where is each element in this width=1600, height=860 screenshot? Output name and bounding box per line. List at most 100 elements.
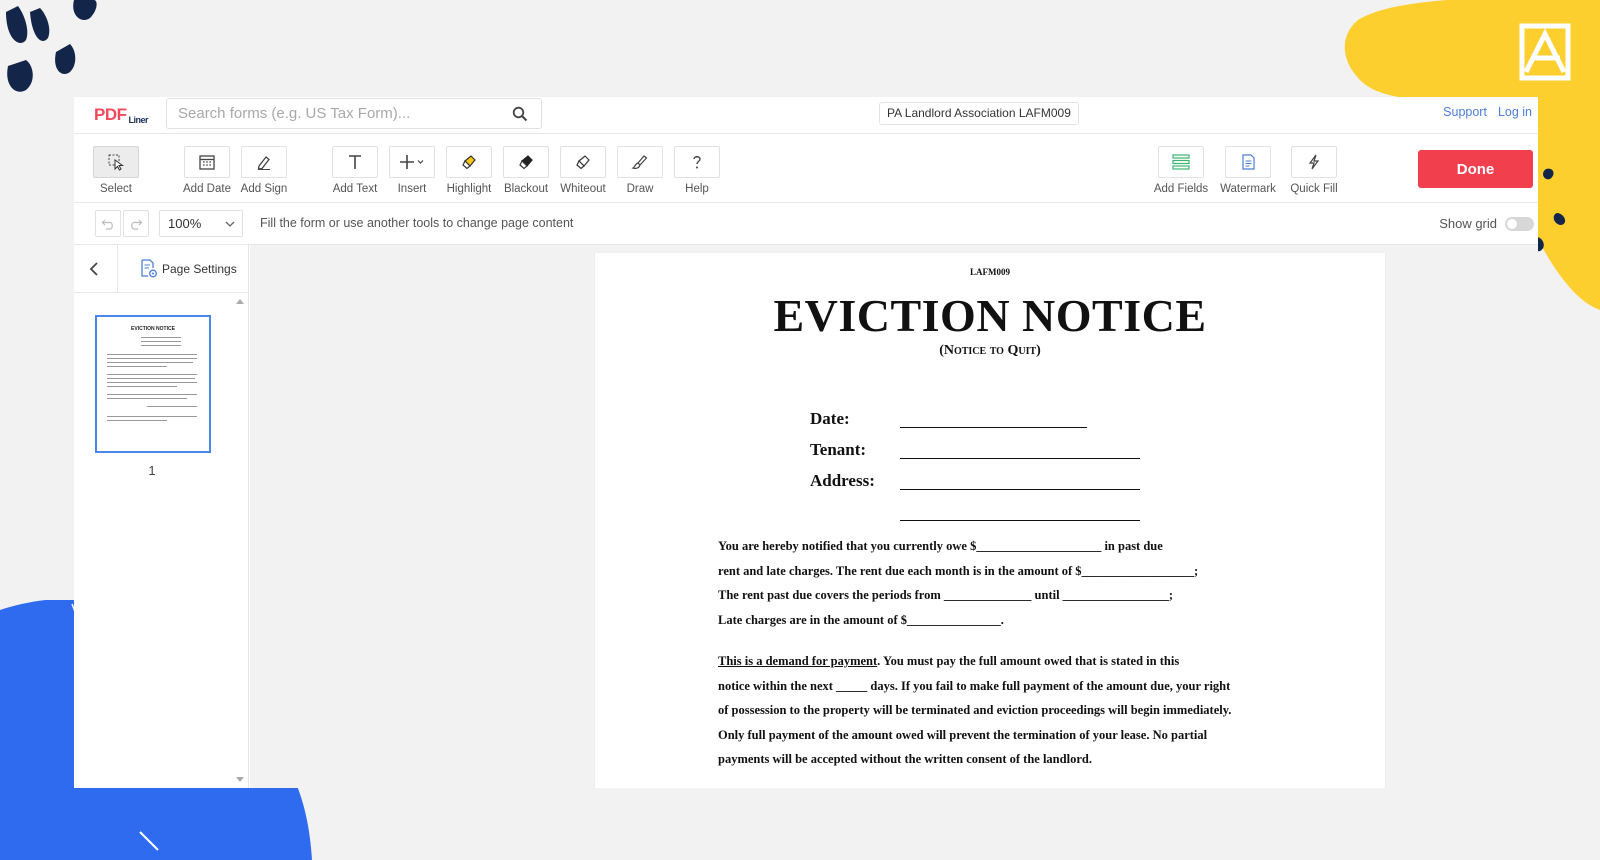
add-fields-label: Add Fields <box>1153 183 1209 195</box>
search-input[interactable] <box>167 99 487 128</box>
page-settings-button[interactable]: Page Settings <box>140 259 237 279</box>
show-grid-label: Show grid <box>1439 216 1497 231</box>
pdfliner-brand-icon <box>1519 23 1571 81</box>
pdfliner-logo[interactable]: PDF Liner <box>94 105 149 125</box>
watermark-icon <box>1242 154 1255 170</box>
show-grid-toggle[interactable] <box>1505 216 1534 231</box>
address-field-line-1[interactable] <box>900 489 1140 490</box>
page-settings-label: Page Settings <box>162 262 237 276</box>
whiteout-tool[interactable]: Whiteout <box>553 146 613 195</box>
support-link[interactable]: Support <box>1443 105 1487 119</box>
pages-sidebar: Page Settings EVICTION NOTICE 1 <box>74 245 249 788</box>
document-page[interactable]: LAFM009 EVICTION NOTICE (Notice to Quit)… <box>595 253 1385 788</box>
thumb-line <box>107 362 193 363</box>
demand-heading-rest: . You must pay the full amount owed that… <box>877 654 1180 668</box>
watermark-label: Watermark <box>1220 183 1276 195</box>
sub-toolbar: 100% Fill the form or use another tools … <box>74 203 1538 245</box>
undo-button[interactable] <box>95 210 121 237</box>
text-icon <box>349 155 361 169</box>
search-box <box>166 98 542 129</box>
scroll-down-arrow[interactable] <box>236 777 244 782</box>
thumb-line <box>141 345 181 346</box>
payment-paragraph: You are hereby notified that you current… <box>718 534 1318 632</box>
insert-label: Insert <box>397 183 427 195</box>
main-toolbar: Select Add Date Add Sign Add Text Insert… <box>74 134 1538 203</box>
form-code: LAFM009 <box>970 267 1010 277</box>
paragraph-line: Only full payment of the amount owed wil… <box>718 727 1208 742</box>
paragraph-line: You are hereby notified that you current… <box>718 539 1163 553</box>
blackout-icon <box>519 155 533 170</box>
thumb-line <box>141 337 181 338</box>
add-sign-label: Add Sign <box>240 183 288 195</box>
address-field-line-2[interactable] <box>900 520 1140 521</box>
help-label: Help <box>685 183 709 195</box>
insert-tool[interactable]: Insert <box>382 146 442 195</box>
highlight-label: Highlight <box>446 183 492 195</box>
search-icon[interactable] <box>512 106 528 122</box>
editor-body: Page Settings EVICTION NOTICE 1 LAFM009 … <box>74 245 1538 788</box>
top-bar: PDFLiner PA Landlord Association LAFM009… <box>74 97 1538 134</box>
done-button[interactable]: Done <box>1418 150 1533 188</box>
top-links: Support Log in <box>1432 105 1532 119</box>
paragraph-line: of possession to the property will be te… <box>718 703 1232 718</box>
question-icon <box>693 156 701 169</box>
page-number: 1 <box>148 463 156 478</box>
draw-icon <box>631 155 648 169</box>
thumbnail-title: EVICTION NOTICE <box>131 326 175 332</box>
decorative-navy-dots <box>6 0 97 92</box>
select-tool[interactable]: Select <box>86 146 146 195</box>
sidebar-header-divider <box>117 245 118 293</box>
logo-sub: Liner <box>128 115 149 125</box>
date-label: Date: <box>810 409 850 428</box>
zoom-value: 100% <box>168 216 202 231</box>
paragraph-line: notice within the next _____ days. If yo… <box>718 678 1231 693</box>
add-date-label: Add Date <box>183 183 231 195</box>
page-settings-icon <box>141 259 157 278</box>
quick-fill-tool[interactable]: Quick Fill <box>1284 146 1344 195</box>
lightning-icon <box>1308 154 1320 170</box>
date-field[interactable] <box>900 427 1087 428</box>
logo-main: PDF <box>94 105 127 124</box>
tenant-label: Tenant: <box>810 440 867 459</box>
paragraph-line: The rent past due covers the periods fro… <box>718 588 1174 603</box>
sidebar-scrollbar[interactable] <box>232 293 248 788</box>
redo-icon <box>131 219 143 230</box>
thumb-line <box>107 416 197 417</box>
add-sign-tool[interactable]: Add Sign <box>234 146 294 195</box>
undo-icon <box>101 219 113 230</box>
help-tool[interactable]: Help <box>667 146 727 195</box>
paragraph-line: rent and late charges. The rent due each… <box>718 563 1199 578</box>
login-link[interactable]: Log in <box>1498 105 1532 119</box>
watermark-tool[interactable]: Watermark <box>1218 146 1278 195</box>
cursor-icon <box>108 154 125 171</box>
blackout-label: Blackout <box>503 183 549 195</box>
collapse-sidebar-icon[interactable] <box>87 261 101 277</box>
thumb-line <box>141 341 181 342</box>
whiteout-label: Whiteout <box>560 183 606 195</box>
blackout-tool[interactable]: Blackout <box>496 146 556 195</box>
tenant-field[interactable] <box>900 458 1140 459</box>
add-fields-tool[interactable]: Add Fields <box>1151 146 1211 195</box>
document-title: PA Landlord Association LAFM009 <box>879 102 1079 125</box>
paragraph-line: This is a demand for payment. You must p… <box>718 649 1318 674</box>
draw-tool[interactable]: Draw <box>610 146 670 195</box>
zoom-select[interactable]: 100% <box>159 210 243 237</box>
thumb-line <box>107 420 167 421</box>
add-text-tool[interactable]: Add Text <box>325 146 385 195</box>
thumb-line <box>107 366 167 367</box>
highlight-tool[interactable]: Highlight <box>439 146 499 195</box>
thumb-line <box>107 382 197 383</box>
thumb-line <box>107 394 197 395</box>
chevron-down-icon <box>225 221 235 227</box>
thumb-line <box>107 354 197 355</box>
page-thumbnail[interactable]: EVICTION NOTICE <box>95 315 211 453</box>
scroll-up-arrow[interactable] <box>236 299 244 304</box>
hint-text: Fill the form or use another tools to ch… <box>260 216 574 230</box>
redo-button[interactable] <box>123 210 149 237</box>
thumb-line <box>107 374 197 375</box>
add-date-tool[interactable]: Add Date <box>177 146 237 195</box>
thumb-line <box>107 378 195 379</box>
select-tool-label: Select <box>100 183 132 195</box>
document-canvas: LAFM009 EVICTION NOTICE (Notice to Quit)… <box>250 245 1538 788</box>
fields-icon <box>1172 154 1190 170</box>
